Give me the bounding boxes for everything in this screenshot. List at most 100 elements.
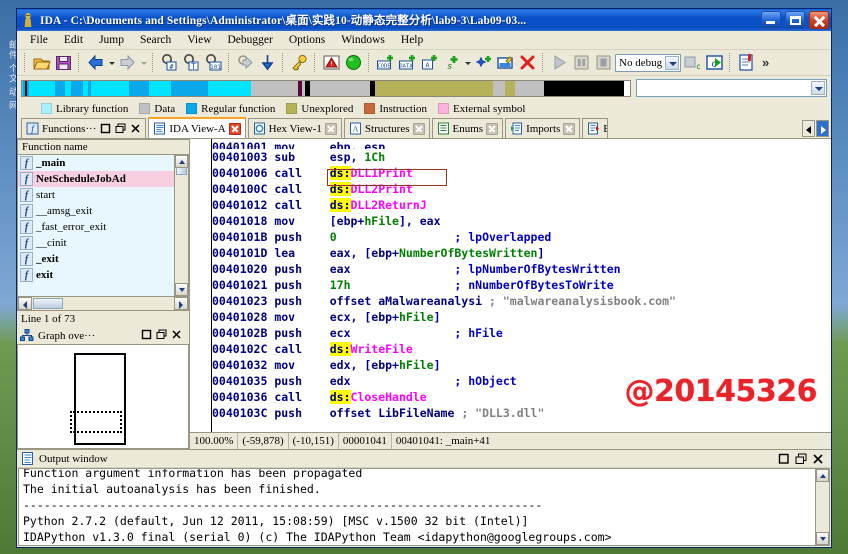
tab-close-icon[interactable]: [228, 122, 241, 135]
scroll-down-icon[interactable]: [816, 532, 829, 545]
maximize-icon[interactable]: [141, 329, 152, 343]
disassembly-line[interactable]: 00401021 push 17h ; nNumberOfBytesToWrit…: [212, 277, 831, 293]
function-list-item[interactable]: f __cinit: [18, 235, 174, 251]
notepad-icon[interactable]: [736, 52, 757, 73]
output-log[interactable]: Function argument information has been p…: [19, 469, 815, 545]
tab-close-icon[interactable]: [486, 122, 499, 135]
functions-vertical-scrollbar[interactable]: [174, 155, 188, 296]
disassembly-view[interactable]: 00401001 mov ebp, esp 00401003 sub esp, …: [190, 139, 831, 432]
function-list-item[interactable]: f _main: [18, 155, 174, 171]
make-struct-icon[interactable]: s: [441, 52, 462, 73]
tab-scroll-right-icon[interactable]: [816, 120, 829, 137]
disassembly-line[interactable]: 00401001 mov ebp, esp: [212, 139, 831, 149]
navigation-band[interactable]: [21, 79, 631, 97]
navigate-back-icon[interactable]: [85, 52, 106, 73]
navigate-back-dropdown-icon[interactable]: [107, 53, 116, 73]
search-text-icon[interactable]: T: [181, 52, 202, 73]
disassembly-line[interactable]: 00401023 push offset aMalwareanalysi ; "…: [212, 293, 831, 309]
tab-close-icon[interactable]: [324, 122, 337, 135]
jump-address-combobox[interactable]: [636, 79, 827, 97]
search-next-icon[interactable]: [235, 52, 256, 73]
graph-overview-canvas[interactable]: [17, 344, 189, 449]
panel-tab-functions[interactable]: f Functions···: [21, 118, 147, 138]
tab-imports[interactable]: Imports: [505, 118, 581, 138]
data-symbol[interactable]: aMalwareanalysi: [378, 294, 482, 308]
warning-icon[interactable]: !: [321, 52, 342, 73]
api-name[interactable]: CloseHandle: [351, 390, 427, 404]
menu-windows[interactable]: Windows: [334, 33, 392, 47]
menu-jump[interactable]: Jump: [92, 33, 131, 47]
function-list-item[interactable]: f exit: [18, 267, 174, 283]
api-name[interactable]: DLL2Print: [351, 182, 413, 196]
disassembly-line[interactable]: 00401032 mov edx, [ebp+hFile]: [212, 357, 831, 373]
disassembly-code[interactable]: 00401001 mov ebp, esp 00401003 sub esp, …: [212, 139, 831, 432]
disassembly-line[interactable]: 00401018 mov [ebp+hFile], eax: [212, 213, 831, 229]
open-file-icon[interactable]: [31, 52, 52, 73]
tab-ida-view-a[interactable]: IDA View-A: [148, 117, 246, 138]
menu-view[interactable]: View: [180, 33, 218, 47]
run-to-cursor-icon[interactable]: c: [704, 52, 725, 73]
close-icon[interactable]: [812, 453, 824, 465]
api-name[interactable]: WriteFile: [351, 342, 413, 356]
make-ascii-icon[interactable]: A: [419, 52, 440, 73]
make-unknown-icon[interactable]: [473, 52, 494, 73]
disassembly-line[interactable]: 0040102C call ds:WriteFile: [212, 341, 831, 357]
functions-horizontal-scrollbar[interactable]: [17, 297, 189, 311]
maximize-icon[interactable]: [100, 123, 111, 134]
menu-options[interactable]: Options: [282, 33, 332, 47]
scroll-right-icon[interactable]: [174, 297, 188, 310]
tab-scroll-left-icon[interactable]: [802, 120, 815, 137]
close-icon[interactable]: [130, 123, 141, 134]
disassembly-line[interactable]: 0040101B push 0 ; lpOverlapped: [212, 229, 831, 245]
functions-list[interactable]: f _main f NetScheduleJobAd f start f __a…: [18, 155, 174, 296]
tab-exports[interactable]: E: [582, 118, 609, 138]
api-name[interactable]: DLL1Print: [351, 166, 413, 180]
functions-column-header[interactable]: Function name: [17, 139, 189, 155]
output-window-body[interactable]: Function argument information has been p…: [18, 468, 830, 546]
function-list-item[interactable]: f NetScheduleJobAd: [18, 171, 174, 187]
maximize-icon[interactable]: [778, 453, 790, 465]
disassembly-line[interactable]: 00401006 call ds:DLL1Print: [212, 165, 831, 181]
disassembly-line[interactable]: 00401028 mov ecx, [ebp+hFile]: [212, 309, 831, 325]
scroll-thumb[interactable]: [33, 298, 63, 309]
make-code-icon[interactable]: CODE: [375, 52, 396, 73]
scroll-left-icon[interactable]: [18, 297, 32, 310]
search-hex-icon[interactable]: #: [159, 52, 180, 73]
key-icon[interactable]: [289, 52, 310, 73]
disassembly-line[interactable]: 0040100C call ds:DLL2Print: [212, 181, 831, 197]
menu-edit[interactable]: Edit: [57, 33, 90, 47]
graph-viewport-rect[interactable]: [70, 411, 122, 433]
maximize-button[interactable]: [785, 11, 805, 29]
tab-hex-view-1[interactable]: Hex View-1: [247, 118, 342, 138]
close-icon[interactable]: [171, 329, 182, 343]
delete-icon[interactable]: [517, 52, 538, 73]
disassembly-line[interactable]: 00401020 push eax ; lpNumberOfBytesWritt…: [212, 261, 831, 277]
menu-help[interactable]: Help: [394, 33, 430, 47]
minimize-button[interactable]: [761, 11, 781, 29]
run-green-icon[interactable]: [343, 52, 364, 73]
function-list-item[interactable]: f start: [18, 187, 174, 203]
menu-debugger[interactable]: Debugger: [221, 33, 280, 47]
function-list-item[interactable]: f __amsg_exit: [18, 203, 174, 219]
edit-function-icon[interactable]: [495, 52, 516, 73]
disassembly-line[interactable]: 00401003 sub esp, 1Ch: [212, 149, 831, 165]
restore-icon[interactable]: [115, 123, 126, 134]
navigate-forward-icon[interactable]: [117, 52, 138, 73]
jump-down-icon[interactable]: [257, 52, 278, 73]
tab-enums[interactable]: Enums: [431, 118, 504, 138]
restore-icon[interactable]: [795, 453, 807, 465]
scroll-up-icon[interactable]: [175, 155, 188, 168]
menu-file[interactable]: File: [23, 33, 55, 47]
close-button[interactable]: [809, 11, 829, 29]
scroll-up-icon[interactable]: [816, 469, 829, 482]
tab-close-icon[interactable]: [412, 122, 425, 135]
make-data-icon[interactable]: DATA: [397, 52, 418, 73]
tab-close-icon[interactable]: [563, 122, 576, 135]
chevron-down-icon[interactable]: [811, 81, 825, 95]
scroll-down-icon[interactable]: [175, 283, 188, 296]
api-name[interactable]: DLL2ReturnJ: [351, 198, 427, 212]
disassembly-line[interactable]: 00401012 call ds:DLL2ReturnJ: [212, 197, 831, 213]
search-immediate-icon[interactable]: 101: [203, 52, 224, 73]
debugger-select[interactable]: No debug: [615, 53, 681, 72]
function-list-item[interactable]: f _fast_error_exit: [18, 219, 174, 235]
